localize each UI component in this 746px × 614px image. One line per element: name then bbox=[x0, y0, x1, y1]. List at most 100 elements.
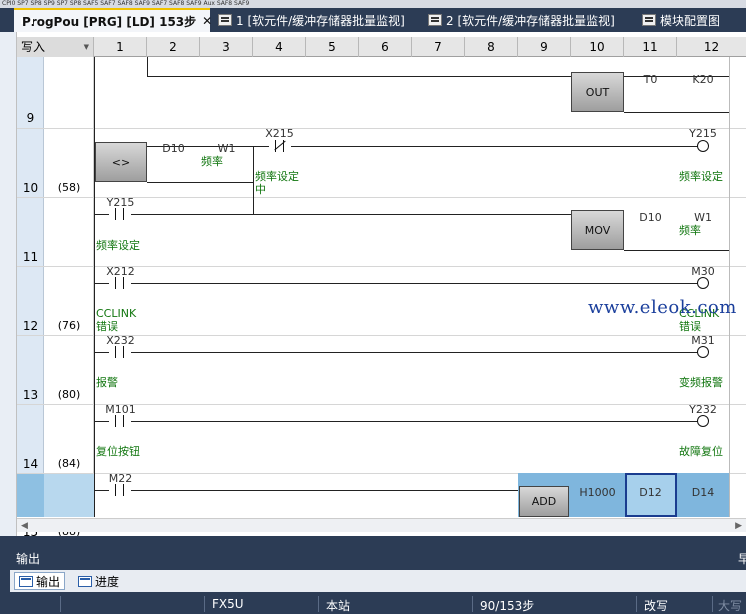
device-comment: 故障复位 bbox=[679, 445, 723, 458]
no-contact-icon[interactable] bbox=[109, 208, 131, 220]
device-comment: 频率设定 bbox=[255, 170, 299, 183]
separator bbox=[60, 596, 61, 612]
coil-icon[interactable] bbox=[697, 415, 709, 427]
status-bar: FX5U 本站 90/153步 改写 大写 bbox=[0, 594, 746, 614]
column-header: 写入 ▼ 1 2 3 4 5 6 7 8 9 10 11 12 bbox=[17, 37, 746, 57]
tab-label: 进度 bbox=[95, 574, 120, 589]
no-contact-icon[interactable] bbox=[109, 484, 131, 496]
output-tab-bar: 输出 进度 bbox=[10, 570, 746, 592]
nc-contact-icon[interactable] bbox=[269, 140, 291, 152]
tab-device-monitor-1[interactable]: 1 [软元件/缓冲存储器批量监视] bbox=[214, 8, 410, 32]
tab-label: 2 [软元件/缓冲存储器批量监视] bbox=[446, 13, 615, 28]
operand[interactable]: W1 bbox=[200, 142, 253, 155]
coil-icon[interactable] bbox=[697, 277, 709, 289]
no-contact-icon[interactable] bbox=[109, 415, 131, 427]
column-1: 1 bbox=[94, 37, 147, 57]
edit-mode: 改写 bbox=[644, 599, 669, 613]
row-number-gutter: 9 10 11 12 13 14 15 bbox=[17, 57, 44, 536]
tab-output[interactable]: 输出 bbox=[14, 572, 66, 590]
tab-progpou[interactable]: ProgPou [PRG] [LD] 153步 ✕ bbox=[14, 8, 212, 32]
wire bbox=[94, 214, 571, 215]
device-comment: 错误 bbox=[679, 320, 701, 333]
operand[interactable]: D12 bbox=[624, 486, 677, 499]
row-number: 10 bbox=[22, 181, 39, 195]
document-tab-bar: ProgPou [PRG] [LD] 153步 ✕ 1 [软元件/缓冲存储器批量… bbox=[0, 8, 746, 32]
operand[interactable]: D10 bbox=[147, 142, 200, 155]
no-contact-icon[interactable] bbox=[109, 346, 131, 358]
step-number-gutter: (58) (76) (80) (84) (88) bbox=[44, 57, 94, 536]
top-toolbar-strip: CPI0 SP7 SP8 SP9 SP7 SP8 SAF5 SAF7 SAF8 … bbox=[0, 0, 746, 8]
operand[interactable]: T0 bbox=[624, 73, 677, 86]
out-instruction[interactable]: OUT bbox=[571, 72, 624, 112]
tab-module-config[interactable]: 模块配置图 bbox=[638, 8, 746, 32]
chevron-down-icon[interactable]: ▼ bbox=[84, 37, 89, 57]
write-mode-label: 写入 bbox=[21, 40, 46, 54]
row-separator bbox=[17, 128, 746, 129]
column-9: 9 bbox=[518, 37, 571, 57]
separator bbox=[712, 596, 713, 612]
column-7: 7 bbox=[412, 37, 465, 57]
selected-row-highlight bbox=[17, 473, 44, 517]
right-edge bbox=[729, 57, 730, 517]
caps-indicator: 大写 bbox=[718, 599, 743, 613]
operand[interactable]: W1 bbox=[677, 211, 729, 224]
device-comment: 报警 bbox=[96, 376, 118, 389]
contact-device[interactable]: X215 bbox=[253, 127, 306, 140]
device-comment: 频率设定 bbox=[96, 239, 140, 252]
device-comment: 频率设定 bbox=[679, 170, 723, 183]
column-4: 4 bbox=[253, 37, 306, 57]
device-comment: 复位按钮 bbox=[96, 445, 140, 458]
row-number: 9 bbox=[26, 111, 35, 125]
ladder-editor[interactable]: 写入 ▼ 1 2 3 4 5 6 7 8 9 10 11 12 9 10 11 … bbox=[0, 32, 746, 536]
write-mode-select[interactable]: 写入 ▼ bbox=[17, 37, 94, 57]
output-panel: 输出 早 输出 进度 bbox=[0, 536, 746, 594]
monitor-icon bbox=[428, 14, 442, 26]
column-11: 11 bbox=[624, 37, 677, 57]
left-gutter bbox=[0, 32, 17, 536]
operand[interactable]: D10 bbox=[624, 211, 677, 224]
operand[interactable]: D14 bbox=[677, 486, 729, 499]
progress-window-icon bbox=[78, 575, 92, 587]
column-3: 3 bbox=[200, 37, 253, 57]
mov-instruction[interactable]: MOV bbox=[571, 210, 624, 250]
station: 本站 bbox=[326, 599, 351, 613]
coil-icon[interactable] bbox=[697, 346, 709, 358]
operand[interactable]: K20 bbox=[677, 73, 729, 86]
step-count: 90/153步 bbox=[480, 599, 535, 613]
step-number: (80) bbox=[57, 388, 81, 401]
column-8: 8 bbox=[465, 37, 518, 57]
scroll-left-icon[interactable]: ◀ bbox=[21, 521, 28, 531]
no-contact-icon[interactable] bbox=[109, 277, 131, 289]
wire bbox=[94, 283, 702, 284]
wire bbox=[94, 421, 702, 422]
cpu-type: FX5U bbox=[212, 597, 244, 611]
coil-device[interactable]: Y215 bbox=[677, 127, 729, 140]
column-6: 6 bbox=[359, 37, 412, 57]
close-icon[interactable]: ✕ bbox=[202, 14, 212, 28]
add-instruction[interactable]: ADD bbox=[519, 486, 569, 517]
wire bbox=[94, 352, 702, 353]
tab-progress[interactable]: 进度 bbox=[74, 572, 123, 590]
output-window-icon bbox=[19, 575, 33, 587]
wire bbox=[253, 146, 254, 214]
step-number: (58) bbox=[57, 181, 81, 194]
output-panel-title: 输出 bbox=[16, 552, 41, 566]
device-comment: 错误 bbox=[96, 320, 118, 333]
tab-device-monitor-2[interactable]: 2 [软元件/缓冲存储器批量监视] bbox=[424, 8, 624, 32]
wire bbox=[147, 182, 253, 183]
step-number: (84) bbox=[57, 457, 81, 470]
scroll-right-icon[interactable]: ▶ bbox=[735, 521, 742, 531]
separator bbox=[636, 596, 637, 612]
device-comment: 频率 bbox=[201, 155, 223, 168]
monitor-icon bbox=[218, 14, 232, 26]
compare-instruction[interactable]: <> bbox=[95, 142, 147, 182]
operand[interactable]: H1000 bbox=[571, 486, 624, 499]
device-comment: 中 bbox=[255, 183, 266, 196]
horizontal-scrollbar[interactable]: ◀ ▶ bbox=[17, 518, 746, 532]
column-5: 5 bbox=[306, 37, 359, 57]
coil-icon[interactable] bbox=[697, 140, 709, 152]
wire bbox=[147, 57, 148, 76]
column-12: 12 bbox=[703, 40, 720, 54]
row-number: 13 bbox=[22, 388, 39, 402]
device-comment: 频率 bbox=[679, 224, 701, 237]
